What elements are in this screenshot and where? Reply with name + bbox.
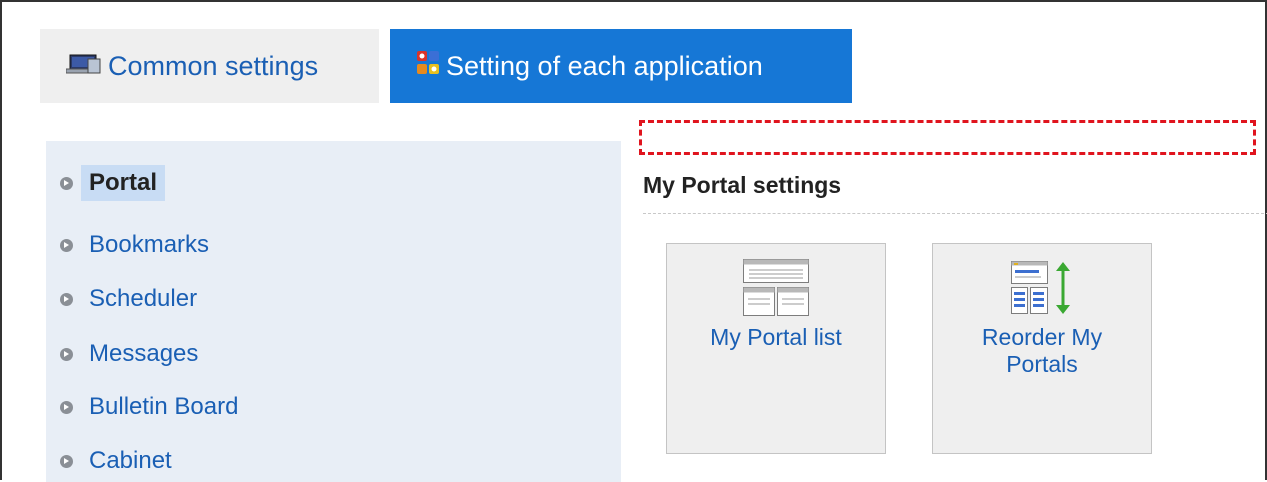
tab-common-settings[interactable]: Common settings bbox=[40, 29, 379, 103]
sidebar-item-label: Cabinet bbox=[89, 447, 172, 474]
apps-icon bbox=[416, 50, 440, 83]
bullet-icon bbox=[60, 347, 73, 361]
reorder-my-portals-card[interactable]: Reorder My Portals bbox=[932, 243, 1152, 454]
sidebar-item-label: Scheduler bbox=[89, 285, 198, 312]
reorder-portals-icon bbox=[1011, 261, 1070, 314]
sidebar-item-cabinet[interactable]: Cabinet bbox=[60, 443, 172, 479]
sidebar-item-label: Portal bbox=[81, 165, 166, 201]
bullet-icon bbox=[60, 292, 73, 306]
tab-setting-each-application[interactable]: Setting of each application bbox=[390, 29, 852, 103]
sidebar-item-messages[interactable]: Messages bbox=[60, 336, 198, 372]
bullet-icon bbox=[60, 400, 73, 414]
section-divider bbox=[643, 213, 1267, 214]
highlight-box bbox=[639, 120, 1256, 155]
sidebar-item-label: Bookmarks bbox=[89, 231, 210, 258]
card-label: Reorder My Portals bbox=[981, 324, 1103, 377]
sidebar-item-bookmarks[interactable]: Bookmarks bbox=[60, 227, 209, 263]
tab-common-settings-label: Common settings bbox=[108, 50, 319, 81]
sidebar-item-scheduler[interactable]: Scheduler bbox=[60, 281, 197, 317]
settings-frame: Common settings Setting of each applicat… bbox=[0, 0, 1267, 482]
my-portal-list-card[interactable]: My Portal list bbox=[666, 243, 886, 454]
sidebar-item-portal[interactable]: Portal bbox=[60, 165, 166, 201]
application-sidebar: Portal Bookmarks Scheduler Messages Bull… bbox=[46, 141, 621, 482]
bullet-icon bbox=[60, 238, 73, 252]
tab-setting-each-application-label: Setting of each application bbox=[446, 50, 763, 81]
sidebar-item-label: Messages bbox=[89, 340, 199, 367]
sidebar-item-label: Bulletin Board bbox=[89, 393, 239, 420]
sidebar-item-bulletin-board[interactable]: Bulletin Board bbox=[60, 389, 238, 425]
card-label: My Portal list bbox=[710, 324, 842, 350]
portal-list-icon bbox=[743, 259, 809, 316]
bullet-icon bbox=[60, 176, 73, 190]
section-title: My Portal settings bbox=[643, 172, 842, 198]
computer-icon bbox=[65, 51, 102, 82]
bullet-icon bbox=[60, 454, 73, 468]
